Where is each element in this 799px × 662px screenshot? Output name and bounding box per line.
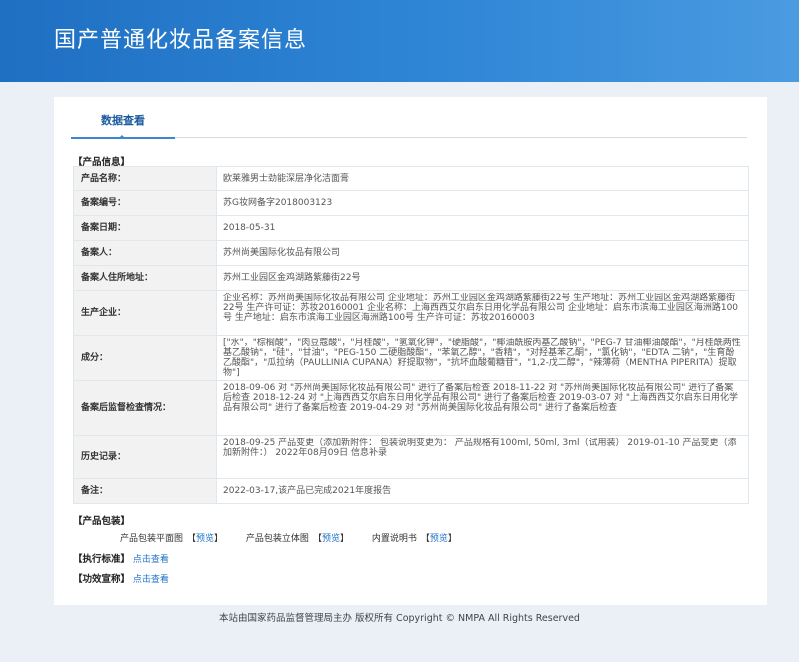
row-label: 成分： [73, 335, 217, 381]
standard-row: 【执行标准】 点击查看 [73, 551, 169, 565]
standard-view-link[interactable]: 点击查看 [133, 555, 169, 565]
efficacy-view-link[interactable]: 点击查看 [133, 575, 169, 585]
packaging-3d-preview-link[interactable]: 预览 [322, 534, 340, 544]
tab-active-caret-icon [118, 135, 126, 139]
product-name-value: 欧莱雅男士劲能深层净化洁面膏 [216, 166, 749, 191]
registration-date-value: 2018-05-31 [216, 215, 749, 241]
manual-preview-link[interactable]: 预览 [430, 534, 448, 544]
inspection-value: 2018-09-06 对 "苏州尚美国际化妆品有限公司" 进行了备案后检查 20… [223, 383, 739, 413]
footer: 本站由国家药品监督管理局主办 版权所有 Copyright © NMPA All… [219, 613, 580, 624]
row-label: 历史记录： [73, 435, 217, 479]
efficacy-section-title: 【功效宣称】 [73, 574, 131, 585]
table-row: 产品名称： 欧莱雅男士劲能深层净化洁面膏 [73, 166, 749, 191]
registrant-value: 苏州尚美国际化妆品有限公司 [216, 240, 749, 266]
row-label: 备案编号： [73, 190, 217, 216]
standard-section-title: 【执行标准】 [73, 554, 131, 565]
table-row: 备案后监督检查情况： 2018-09-06 对 "苏州尚美国际化妆品有限公司" … [73, 380, 749, 436]
table-row: 生产企业： 企业名称：苏州尚美国际化妆品有限公司 企业地址：苏州工业园区金鸡湖路… [73, 290, 749, 336]
row-label: 备案日期： [73, 215, 217, 241]
table-row: 备案日期： 2018-05-31 [73, 215, 749, 241]
table-row: 备案人住所地址： 苏州工业园区金鸡湖路紫藤街22号 [73, 265, 749, 291]
registrant-address-value: 苏州工业园区金鸡湖路紫藤街22号 [216, 265, 749, 291]
page-header: 国产普通化妆品备案信息 [0, 0, 799, 82]
content-panel: 数据查看 【产品信息】 产品名称： 欧莱雅男士劲能深层净化洁面膏 备案编号： 苏… [54, 97, 767, 605]
packaging-links: 产品包装平面图 【预览】 产品包装立体图 【预览】 内置说明书 【预览】 [120, 534, 457, 544]
history-value: 2018-09-25 产品变更（添加新附件： 包装说明变更为： 产品规格有100… [223, 438, 737, 458]
packaging-flat-preview-link[interactable]: 预览 [196, 534, 214, 544]
row-label: 备案人： [73, 240, 217, 266]
row-label: 备案人住所地址： [73, 265, 217, 291]
packaging-3d-label: 产品包装立体图 [245, 534, 309, 544]
tab-label: 数据查看 [101, 114, 145, 127]
table-row: 历史记录： 2018-09-25 产品变更（添加新附件： 包装说明变更为： 产品… [73, 435, 749, 479]
manufacturer-value: 企业名称：苏州尚美国际化妆品有限公司 企业地址：苏州工业园区金鸡湖路紫藤街22号… [223, 293, 739, 323]
remarks-value: 2022-03-17,该产品已完成2021年度报告 [216, 478, 749, 504]
row-label: 生产企业： [73, 290, 217, 336]
packaging-section-title: 【产品包装】 [73, 516, 131, 527]
efficacy-row: 【功效宣称】 点击查看 [73, 571, 169, 585]
packaging-flat-label: 产品包装平面图 [120, 534, 184, 544]
product-info-table: 产品名称： 欧莱雅男士劲能深层净化洁面膏 备案编号： 苏G妆网备字2018003… [73, 166, 749, 504]
table-row: 成分： ["水"，"棕榈酸"，"肉豆蔻酸"，"月桂酸"，"氢氧化钾"，"硬脂酸"… [73, 335, 749, 381]
ingredients-value: ["水"，"棕榈酸"，"肉豆蔻酸"，"月桂酸"，"氢氧化钾"，"硬脂酸"，"椰油… [223, 338, 741, 378]
row-label: 产品名称： [73, 166, 217, 191]
table-row: 备案人： 苏州尚美国际化妆品有限公司 [73, 240, 749, 266]
row-label: 备注： [73, 478, 217, 504]
registration-number-value: 苏G妆网备字2018003123 [216, 190, 749, 216]
table-row: 备案编号： 苏G妆网备字2018003123 [73, 190, 749, 216]
tab-bar: 数据查看 [71, 109, 747, 139]
page-title: 国产普通化妆品备案信息 [54, 28, 308, 53]
tab-data-view[interactable]: 数据查看 [71, 109, 175, 139]
manual-label: 内置说明书 [371, 534, 417, 544]
table-row: 备注： 2022-03-17,该产品已完成2021年度报告 [73, 478, 749, 504]
row-label: 备案后监督检查情况： [73, 380, 217, 436]
